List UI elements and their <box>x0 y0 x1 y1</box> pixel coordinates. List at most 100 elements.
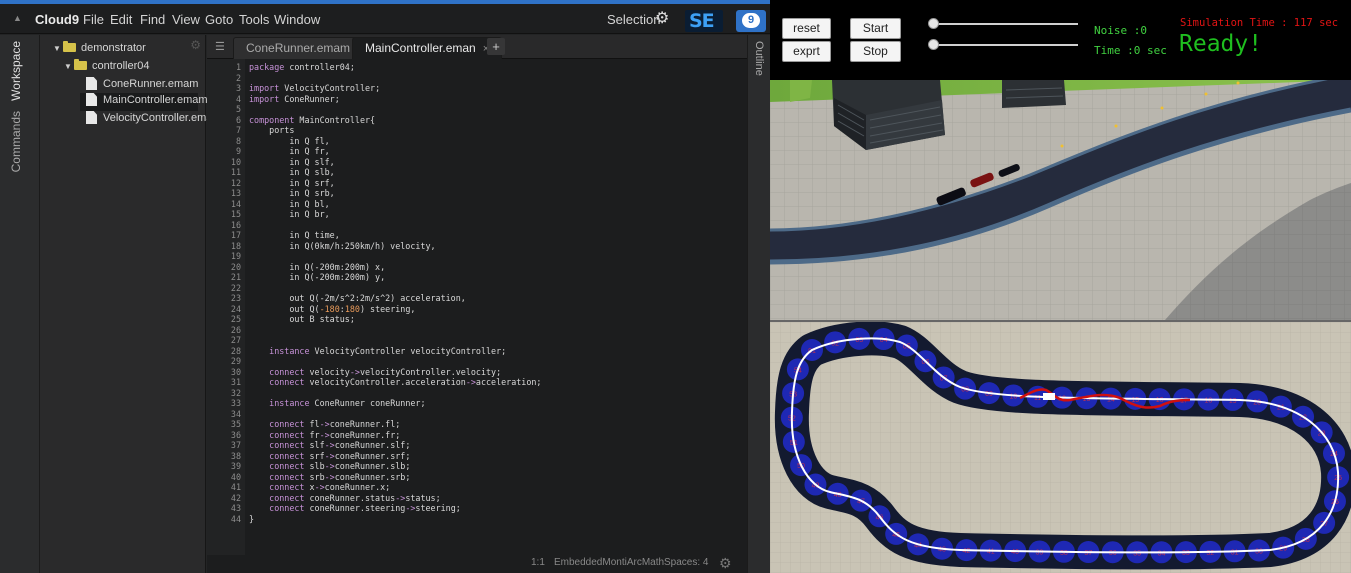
line-number: 20 <box>230 261 241 272</box>
line-number: 28 <box>230 345 241 356</box>
new-tab-button[interactable]: + <box>487 38 505 55</box>
code-line[interactable]: connect srb->coneRunner.srb; <box>249 472 410 483</box>
code-line[interactable]: connect coneRunner.steering->steering; <box>249 503 461 514</box>
menu-view[interactable]: View <box>172 12 200 27</box>
app-brand[interactable]: Cloud9 <box>35 12 79 27</box>
code-line[interactable]: } <box>249 514 254 525</box>
cloud9-logo[interactable]: 9 <box>736 10 766 32</box>
export-button[interactable]: exprt <box>782 41 831 62</box>
folder-icon <box>74 59 87 70</box>
settings-gear-icon[interactable]: ⚙ <box>655 11 671 27</box>
tree-file-maincontroller[interactable]: MainController.emam <box>80 93 208 111</box>
code-line[interactable]: in Q slb, <box>249 167 334 178</box>
indent-setting[interactable]: Spaces: 4 <box>664 557 708 568</box>
tree-settings-icon[interactable]: ⚙ <box>190 38 201 52</box>
file-icon <box>86 111 97 124</box>
line-number: 30 <box>230 366 241 377</box>
collapse-menu-icon[interactable]: ▲ <box>13 13 22 23</box>
line-number: 35 <box>230 419 241 429</box>
time-slider-handle[interactable] <box>928 39 939 50</box>
line-number: 3 <box>235 83 241 93</box>
code-line[interactable]: in Q srf, <box>249 178 334 189</box>
menu-window[interactable]: Window <box>274 12 320 27</box>
track-map: 0102 03 040506070809 10 11 12 13 14 15 16 17 18 19 20… <box>770 322 1351 573</box>
code-line[interactable]: component MainController{ <box>249 115 375 126</box>
code-line[interactable]: connect fr->coneRunner.fr; <box>249 430 400 441</box>
tree-folder-demonstrator[interactable]: ▼ demonstrator <box>53 41 146 60</box>
status-message: Ready! <box>1179 31 1263 57</box>
track-top-view[interactable]: 01 02 03 04 05 06 07 08 09 10 11 12 13 14 15 16 17 18 19 20… <box>770 322 1351 573</box>
code-line[interactable]: in Q fl, <box>249 136 329 147</box>
tab-commands[interactable]: Commands <box>9 111 23 172</box>
code-line[interactable]: in Q(-200m:200m) y, <box>249 272 385 283</box>
code-line[interactable]: in Q(0km/h:250km/h) velocity, <box>249 241 435 252</box>
code-line[interactable]: import VelocityController; <box>249 83 380 94</box>
code-line[interactable]: package controller04; <box>249 62 355 73</box>
code-line[interactable]: connect x->coneRunner.x; <box>249 482 390 493</box>
code-line[interactable]: instance VelocityController velocityCont… <box>249 346 506 357</box>
code-line[interactable]: out B status; <box>249 314 355 325</box>
code-line[interactable]: connect slb->coneRunner.slb; <box>249 461 410 472</box>
code-line[interactable]: import ConeRunner; <box>249 94 340 105</box>
code-line[interactable]: ports <box>249 125 294 136</box>
noise-readout: Noise :0 <box>1094 24 1147 37</box>
line-number: 38 <box>230 450 241 461</box>
start-button[interactable]: Start <box>850 18 901 39</box>
code-line[interactable]: in Q time, <box>249 230 339 241</box>
code-editor: ☰ ConeRunner.emam× MainController.eman× … <box>207 35 747 573</box>
tab-outline[interactable]: Outline <box>753 41 765 76</box>
line-number: 11 <box>230 167 241 177</box>
menu-edit[interactable]: Edit <box>110 12 132 27</box>
time-slider-track[interactable] <box>932 44 1078 46</box>
code-line[interactable]: out Q(-180:180) steering, <box>249 304 415 315</box>
line-number: 29 <box>230 356 241 366</box>
noise-slider-handle[interactable] <box>928 18 939 29</box>
code-line[interactable]: in Q(-200m:200m) x, <box>249 262 385 273</box>
cursor-position[interactable]: 1:1 <box>531 557 545 568</box>
cone-marker-label: 35 <box>1133 550 1141 557</box>
line-number: 13 <box>230 188 241 198</box>
menu-goto[interactable]: Goto <box>205 12 233 27</box>
tab-workspace[interactable]: Workspace <box>9 41 23 101</box>
code-line[interactable]: connect coneRunner.status->status; <box>249 493 440 504</box>
tree-folder-controller04[interactable]: ▼ controller04 <box>64 59 149 78</box>
line-number: 40 <box>230 471 241 482</box>
car-marker <box>1043 393 1055 400</box>
code-line[interactable]: in Q fr, <box>249 146 329 157</box>
tree-file-velocitycontroller[interactable]: VelocityController.eman <box>86 111 219 129</box>
reset-button[interactable]: reset <box>782 18 831 39</box>
expand-arrow-icon[interactable]: ▼ <box>53 44 63 53</box>
tab-maincontroller[interactable]: MainController.eman × <box>352 37 503 59</box>
code-line[interactable]: connect srf->coneRunner.srf; <box>249 451 410 462</box>
menu-file[interactable]: File <box>83 12 104 27</box>
code-line[interactable]: connect fl->coneRunner.fl; <box>249 419 400 430</box>
cloud9-ide: ▲ Cloud9 File Edit Find View Goto Tools … <box>0 0 770 573</box>
code-line[interactable]: out Q(-2m/s^2:2m/s^2) acceleration, <box>249 293 466 304</box>
line-number: 16 <box>230 219 241 230</box>
expand-arrow-icon[interactable]: ▼ <box>64 62 74 71</box>
menu-find[interactable]: Find <box>140 12 165 27</box>
code-line[interactable]: connect velocity->velocityController.vel… <box>249 367 501 378</box>
noise-slider-track[interactable] <box>932 23 1078 25</box>
stop-button[interactable]: Stop <box>850 41 901 62</box>
3d-scene <box>770 80 1351 320</box>
editor-status-bar: 1:1 EmbeddedMontiArcMath Spaces: 4 ⚙ <box>207 555 747 573</box>
code-line[interactable]: in Q bl, <box>249 199 329 210</box>
line-number: 5 <box>235 104 241 114</box>
code-line[interactable]: connect slf->coneRunner.slf; <box>249 440 410 451</box>
code-line[interactable]: instance ConeRunner coneRunner; <box>249 398 425 409</box>
tab-list-icon[interactable]: ☰ <box>215 40 225 53</box>
menu-tools[interactable]: Tools <box>239 12 269 27</box>
right-panel-tabs: Outline <box>747 35 770 573</box>
code-line[interactable]: connect velocityController.acceleration-… <box>249 377 541 388</box>
3d-scene-view[interactable] <box>770 80 1351 320</box>
code-line[interactable]: in Q br, <box>249 209 329 220</box>
simulation-time: Simulation Time : 117 sec <box>1180 17 1339 29</box>
code-line[interactable]: in Q slf, <box>249 157 334 168</box>
selection-mode[interactable]: Selection <box>607 12 660 27</box>
time-readout: Time :0 sec <box>1094 44 1167 57</box>
code-text-area[interactable]: package controller04; import VelocityCont… <box>247 59 747 555</box>
code-line[interactable]: in Q srb, <box>249 188 334 199</box>
preferences-gear-icon[interactable]: ⚙ <box>719 555 732 572</box>
syntax-mode[interactable]: EmbeddedMontiArcMath <box>554 557 664 568</box>
